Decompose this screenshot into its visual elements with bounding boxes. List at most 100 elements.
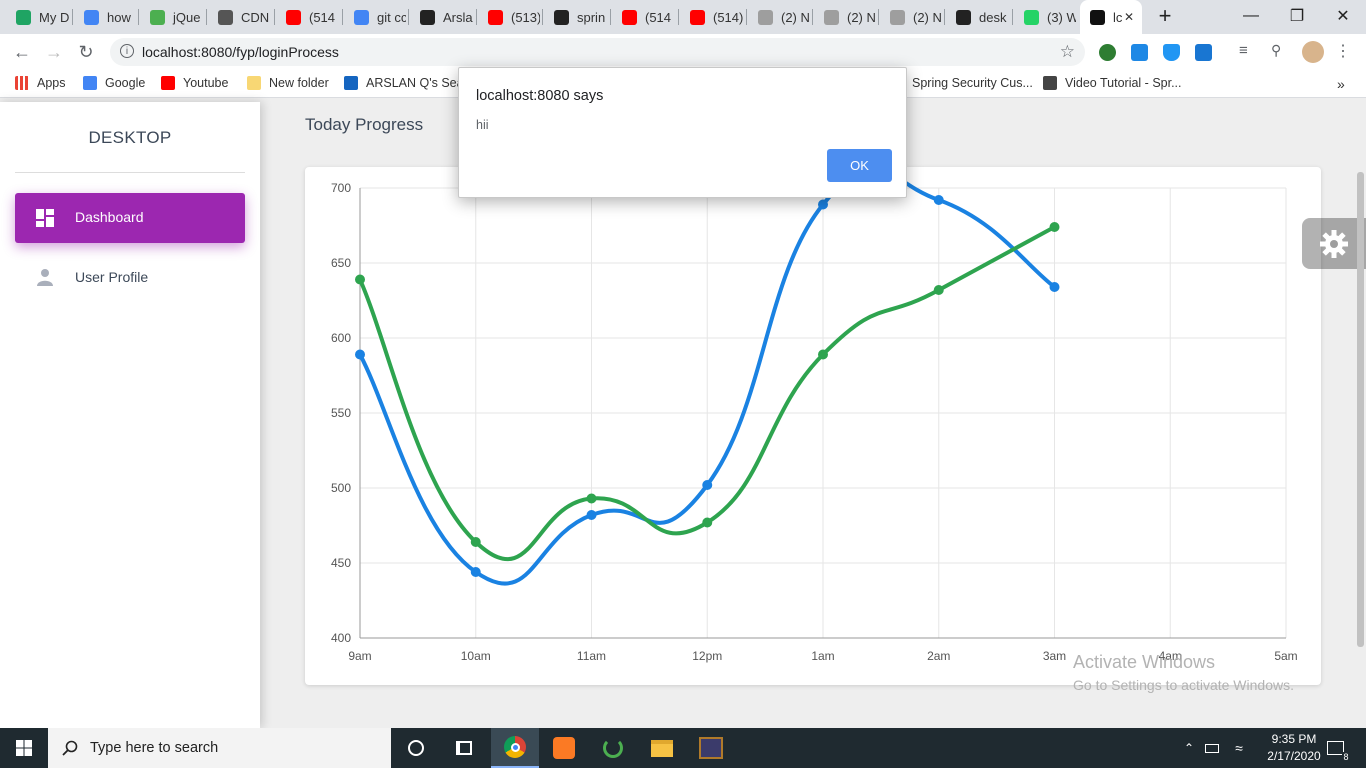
bookmark-label: ARSLAN Q's Sear xyxy=(366,76,468,90)
browser-tab[interactable]: git cc xyxy=(346,5,406,29)
file-explorer-taskbar-icon[interactable] xyxy=(638,728,686,768)
google-icon xyxy=(354,9,369,25)
extension-download-icon[interactable] xyxy=(1195,44,1212,61)
taskbar-search-box[interactable]: Type here to search xyxy=(48,728,391,768)
cortana-icon[interactable] xyxy=(392,728,440,768)
browser-tab[interactable]: CDN xyxy=(210,5,272,29)
activation-watermark-text: Go to Settings to activate Windows. xyxy=(1073,677,1294,693)
sidebar-item-user-profile[interactable]: User Profile xyxy=(15,254,245,300)
apps-grid-icon xyxy=(15,76,29,90)
page-scrollbar[interactable] xyxy=(1357,172,1364,647)
close-window-icon[interactable]: ✕ xyxy=(1320,0,1366,32)
bookmark-star-icon[interactable]: ☆ xyxy=(1060,42,1075,62)
xampp-taskbar-icon[interactable] xyxy=(540,728,588,768)
browser-tab[interactable]: desk xyxy=(948,5,1010,29)
browser-tab[interactable]: (513) xyxy=(480,5,540,29)
start-button[interactable] xyxy=(0,728,48,768)
bookmark-item[interactable]: Youtube xyxy=(161,76,228,90)
tab-separator xyxy=(206,9,207,25)
tab-label: My D xyxy=(39,9,70,25)
extension-globe-icon[interactable] xyxy=(1099,44,1116,61)
bookmark-label: Video Tutorial - Spr... xyxy=(1065,76,1182,90)
show-hidden-icons-icon[interactable]: ⌃ xyxy=(1178,728,1200,768)
address-bar[interactable]: i localhost:8080/fyp/loginProcess ☆ xyxy=(110,38,1085,66)
x-tick-label: 1am xyxy=(811,649,834,663)
more-menu-icon[interactable]: ⋮ xyxy=(1335,41,1352,60)
browser-tab[interactable]: lc ✕ xyxy=(1080,0,1142,34)
windows-logo-icon xyxy=(16,740,32,756)
data-point xyxy=(933,285,944,295)
sidebar-brand[interactable]: DESKTOP xyxy=(0,128,260,148)
back-icon[interactable]: ← xyxy=(10,41,34,63)
browser-tab[interactable]: (514 xyxy=(614,5,676,29)
tab-label: (513) xyxy=(511,9,540,25)
close-tab-icon[interactable]: ✕ xyxy=(1124,10,1134,24)
bookmark-item[interactable]: Apps xyxy=(15,76,66,90)
task-view-icon[interactable] xyxy=(440,728,488,768)
tab-label: sprin xyxy=(577,9,606,25)
new-tab-icon[interactable]: + xyxy=(1142,0,1188,32)
chat-icon xyxy=(218,9,233,25)
browser-tab[interactable]: (514) xyxy=(682,5,744,29)
x-tick-label: 3am xyxy=(1043,649,1066,663)
chrome-taskbar-icon[interactable] xyxy=(491,728,539,768)
bookmark-item[interactable]: ARSLAN Q's Sear xyxy=(344,76,468,90)
tab-label: (2) N xyxy=(913,9,942,25)
wifi-icon[interactable]: ≈ xyxy=(1226,728,1252,768)
sidebar-item-dashboard[interactable]: Dashboard xyxy=(15,193,245,243)
tab-separator xyxy=(746,9,747,25)
tab-separator xyxy=(72,9,73,25)
tab-label: (514 xyxy=(309,9,336,25)
tab-label: (514) xyxy=(713,9,744,25)
tab-separator xyxy=(542,9,543,25)
browser-tab[interactable]: jQue xyxy=(142,5,204,29)
browser-tab[interactable]: (3) W xyxy=(1016,5,1076,29)
browser-tab[interactable]: (2) N xyxy=(882,5,942,29)
browser-tab[interactable]: (2) N xyxy=(750,5,810,29)
site-info-icon[interactable]: i xyxy=(120,44,134,58)
bookmark-item[interactable]: Spring Security Cus... xyxy=(890,76,1033,90)
bookmark-label: Spring Security Cus... xyxy=(912,76,1033,90)
tab-label: git cc xyxy=(377,9,406,25)
key-icon[interactable]: ⚲ xyxy=(1271,42,1288,59)
more-bookmarks-icon[interactable]: » xyxy=(1337,76,1345,92)
maximize-icon[interactable]: ❐ xyxy=(1274,0,1320,32)
media-control-icon[interactable]: ≡ xyxy=(1239,42,1256,59)
y-tick-label: 700 xyxy=(331,181,351,195)
data-point xyxy=(702,517,713,528)
bookmark-label: New folder xyxy=(269,76,329,90)
reload-icon[interactable]: ↻ xyxy=(74,41,98,63)
sidebar-item-label: Dashboard xyxy=(75,209,144,225)
minimize-icon[interactable]: — xyxy=(1228,0,1274,32)
tab-label: Arsla xyxy=(443,9,473,25)
action-center-button[interactable]: 8 xyxy=(1320,728,1350,768)
bookmark-item[interactable]: Video Tutorial - Spr... xyxy=(1043,76,1182,90)
tab-separator xyxy=(408,9,409,25)
extension-shield-icon[interactable] xyxy=(1163,44,1180,61)
game-app-taskbar-icon[interactable] xyxy=(687,728,735,768)
x-tick-label: 5am xyxy=(1274,649,1297,663)
y-tick-label: 650 xyxy=(331,256,351,270)
browser-tab[interactable]: My D xyxy=(8,5,70,29)
bookmark-item[interactable]: Google xyxy=(83,76,145,90)
google-icon xyxy=(83,76,97,90)
dashboard-icon xyxy=(36,209,54,227)
x-tick-label: 12pm xyxy=(692,649,722,663)
forward-icon[interactable]: → xyxy=(42,41,66,63)
data-point xyxy=(586,493,597,504)
tab-label: (3) W xyxy=(1047,9,1076,25)
loading-icon xyxy=(890,9,905,25)
extension-screen-icon[interactable] xyxy=(1131,44,1148,61)
browser-tab[interactable]: (514 xyxy=(278,5,340,29)
profile-avatar[interactable] xyxy=(1302,41,1324,63)
bookmark-item[interactable]: New folder xyxy=(247,76,329,90)
browser-tab[interactable]: Arsla xyxy=(412,5,474,29)
browser-tab[interactable]: (2) N xyxy=(816,5,876,29)
url-text[interactable]: localhost:8080/fyp/loginProcess xyxy=(142,44,339,60)
google-drive-icon xyxy=(16,9,31,25)
battery-icon[interactable] xyxy=(1200,728,1224,768)
ok-button[interactable]: OK xyxy=(827,149,892,182)
browser-tab[interactable]: how xyxy=(76,5,136,29)
browser-tab[interactable]: sprin xyxy=(546,5,608,29)
refresh-app-taskbar-icon[interactable] xyxy=(589,728,637,768)
